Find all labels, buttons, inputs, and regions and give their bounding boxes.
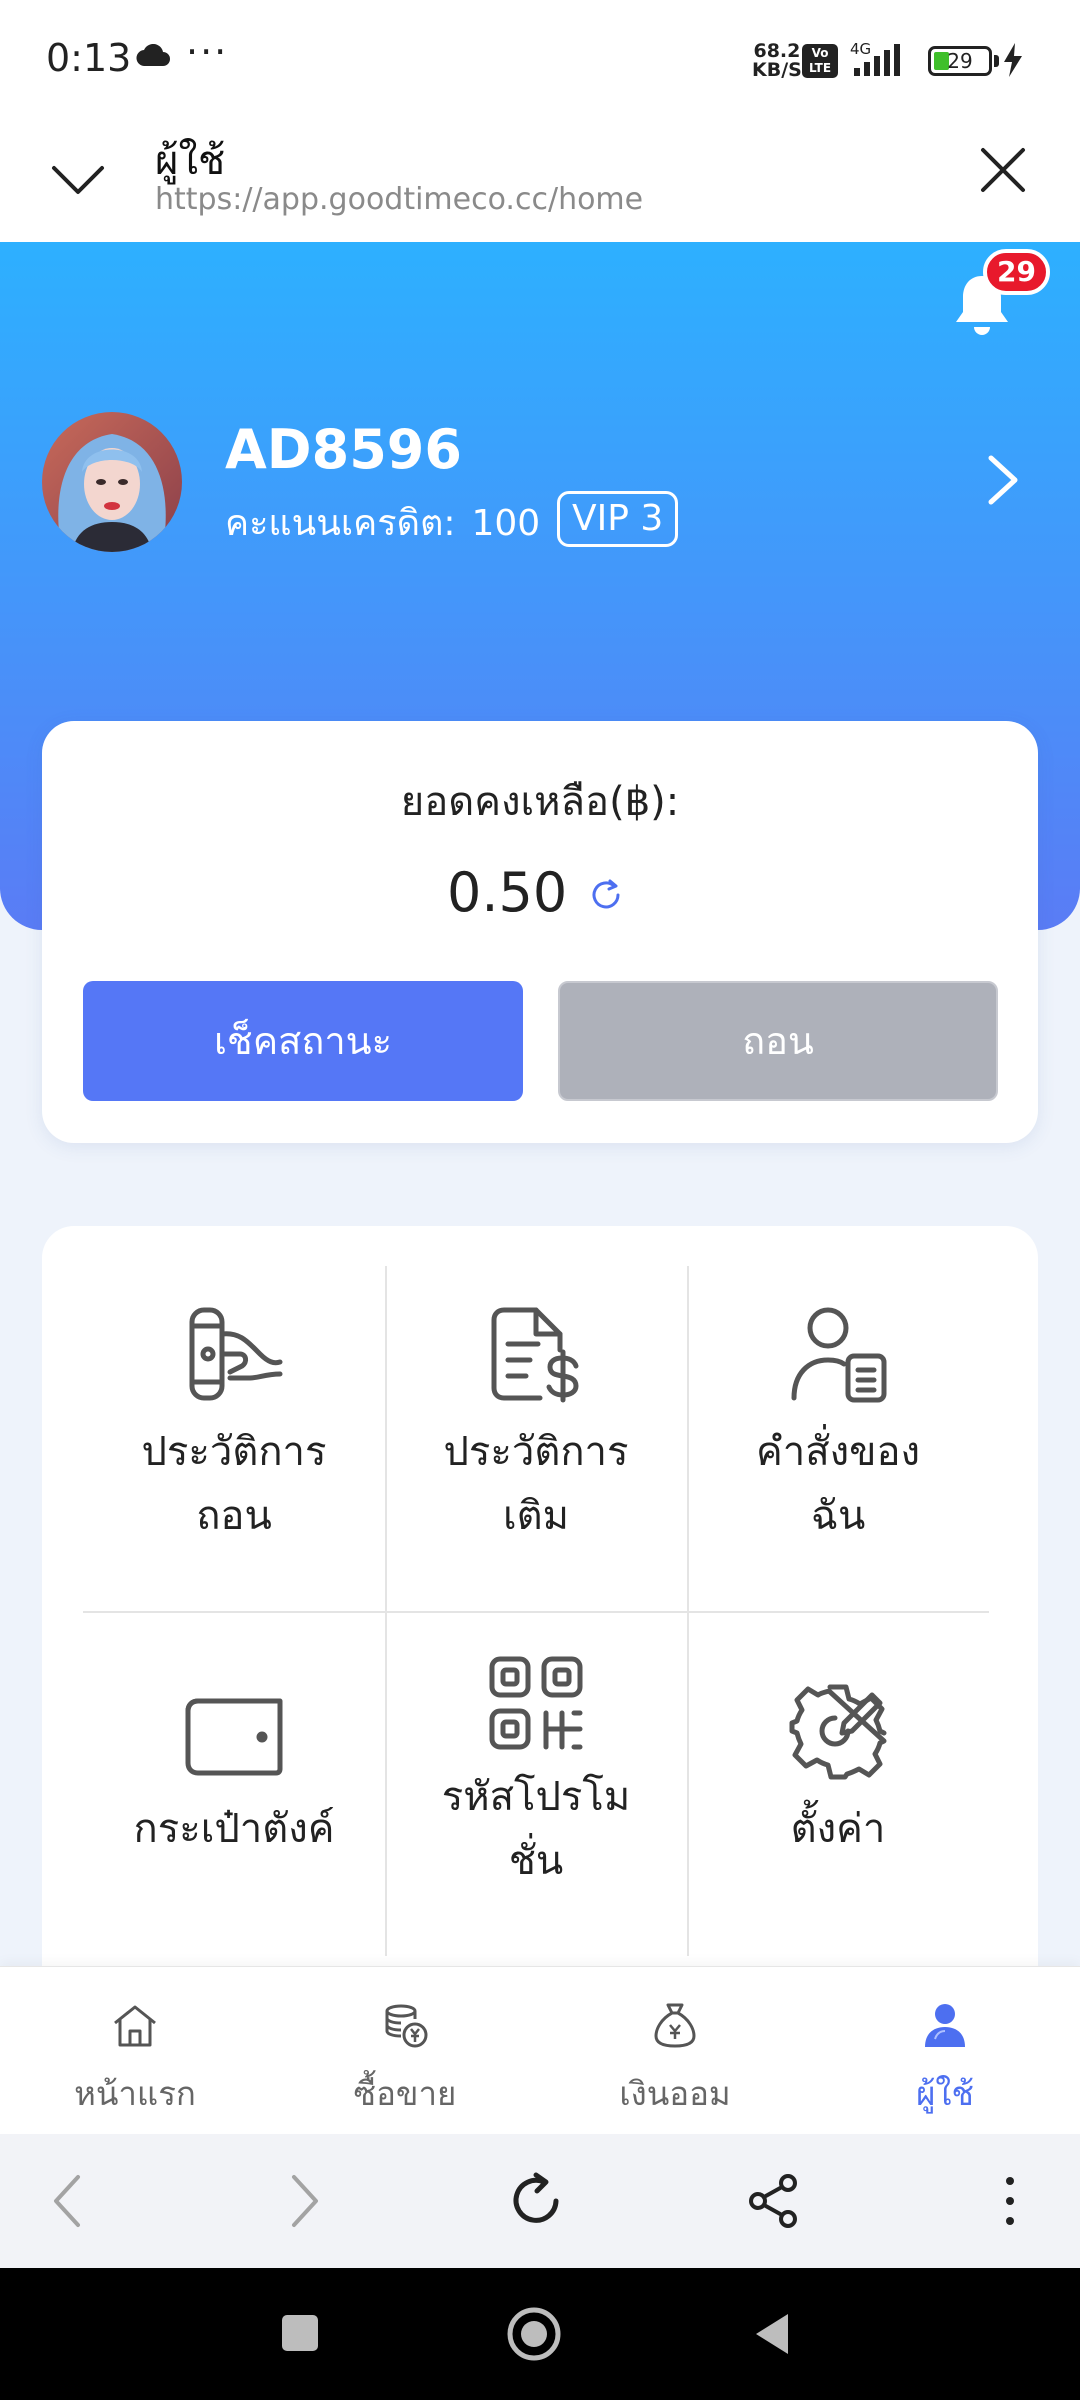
recent-apps-icon[interactable] [278, 2311, 322, 2355]
menu-grid: ประวัติการ ถอน ประวัติการ เติม คำสั่งของ… [83, 1266, 989, 1956]
qr-code-icon [489, 1656, 583, 1750]
menu-item-label: ประวัติการ [141, 1429, 327, 1475]
battery-tip [994, 55, 999, 67]
menu-item-withdraw-history[interactable]: ประวัติการ ถอน [83, 1266, 385, 1611]
reload-icon[interactable] [506, 2169, 570, 2233]
forward-icon[interactable] [270, 2169, 334, 2233]
balance-label: ยอดคงเหลือ(฿): [400, 779, 680, 825]
chevron-right-icon[interactable] [985, 452, 1021, 508]
menu-item-wallet[interactable]: กระเป๋าตังค์ [83, 1611, 385, 1956]
menu-item-label: เติม [502, 1493, 569, 1539]
refresh-icon[interactable] [586, 875, 626, 915]
nav-label: ผู้ใช้ [916, 2074, 974, 2113]
page-url[interactable]: https://app.goodtimeco.cc/home [155, 182, 643, 217]
network-speed: 68.2 KB/S [752, 42, 802, 80]
nav-item-home[interactable]: หน้าแรก [0, 1967, 270, 2135]
menu-item-label: ประวัติการ [443, 1429, 629, 1475]
menu-item-label: ฉัน [810, 1493, 866, 1539]
bottom-navigation: หน้าแรก ซื้อขาย เงินออม ผู้ใช้ [0, 1966, 1080, 2134]
nav-item-user[interactable]: ผู้ใช้ [810, 1967, 1080, 2135]
credit-label: คะแนนเครดิต: [225, 503, 456, 544]
volte-badge: Vo LTE [802, 44, 838, 78]
network-type-label: 4G [850, 40, 871, 58]
avatar[interactable] [42, 412, 182, 552]
menu-item-label: กระเป๋าตังค์ [133, 1806, 335, 1852]
money-bag-icon [654, 2003, 696, 2048]
balance-card: ยอดคงเหลือ(฿): 0.50 เช็คสถานะ ถอน [42, 721, 1038, 1143]
coins-icon [385, 2004, 428, 2048]
status-time: 0:13 [46, 36, 132, 80]
menu-item-settings[interactable]: ตั้งค่า [687, 1611, 989, 1956]
home-button-icon[interactable] [505, 2305, 563, 2363]
withdraw-history-icon [189, 1307, 283, 1401]
more-notifications-icon: ··· [186, 30, 229, 74]
vip-badge: VIP 3 [557, 491, 679, 547]
menu-item-label: รหัสโปรโม [441, 1774, 631, 1820]
app-screen: 0:13 ··· 68.2 KB/S Vo LTE 4G 29 ผู้ใช้ h… [0, 0, 1080, 2400]
settings-gear-icon [789, 1684, 887, 1780]
withdraw-button[interactable]: ถอน [558, 981, 998, 1101]
avatar-image [42, 412, 182, 552]
menu-item-label: คำสั่งของ [755, 1429, 921, 1475]
network-speed-unit: KB/S [752, 59, 802, 81]
menu-item-label: ถอน [196, 1493, 272, 1539]
browser-title-bar: ผู้ใช้ https://app.goodtimeco.cc/home [0, 120, 1080, 242]
nav-label: ซื้อขาย [353, 2074, 457, 2113]
cloud-icon [136, 44, 170, 67]
menu-item-my-orders[interactable]: คำสั่งของ ฉัน [687, 1266, 989, 1611]
nav-item-savings[interactable]: เงินออม [540, 1967, 810, 2135]
notification-badge: 29 [983, 249, 1050, 295]
my-orders-icon [791, 1307, 887, 1403]
signal-icon: 4G [850, 40, 900, 76]
home-icon [114, 2005, 156, 2047]
deposit-history-icon [491, 1307, 579, 1403]
menu-item-label: ตั้งค่า [790, 1806, 886, 1852]
menu-item-label: ชั่น [508, 1838, 564, 1884]
user-icon [925, 2004, 965, 2047]
menu-item-deposit-history[interactable]: ประวัติการ เติม [385, 1266, 687, 1611]
battery-percent: 29 [947, 49, 973, 73]
status-bar: 0:13 ··· 68.2 KB/S Vo LTE 4G 29 [0, 0, 1080, 120]
nav-label: หน้าแรก [74, 2074, 196, 2113]
back-icon[interactable] [38, 2169, 102, 2233]
system-navigation-bar [0, 2268, 1080, 2400]
more-options-icon[interactable] [978, 2169, 1042, 2233]
share-icon[interactable] [742, 2169, 806, 2233]
nav-item-trade[interactable]: ซื้อขาย [270, 1967, 540, 2135]
battery-icon: 29 [928, 46, 992, 76]
charging-bolt-icon [1004, 43, 1022, 77]
balance-amount: 0.50 [447, 861, 568, 924]
username: AD8596 [225, 418, 462, 481]
back-button-icon[interactable] [750, 2310, 794, 2358]
close-icon[interactable] [975, 142, 1031, 198]
wallet-icon [185, 1698, 283, 1776]
chevron-down-icon[interactable] [48, 150, 108, 210]
browser-toolbar [0, 2134, 1080, 2268]
menu-item-promo-code[interactable]: รหัสโปรโม ชั่น [385, 1611, 687, 1956]
menu-card: ประวัติการ ถอน ประวัติการ เติม คำสั่งของ… [42, 1226, 1038, 1986]
credit-value: 100 [471, 503, 541, 544]
nav-label: เงินออม [619, 2074, 731, 2113]
check-status-button[interactable]: เช็คสถานะ [83, 981, 523, 1101]
credit-score: คะแนนเครดิต: 100 [225, 494, 540, 551]
